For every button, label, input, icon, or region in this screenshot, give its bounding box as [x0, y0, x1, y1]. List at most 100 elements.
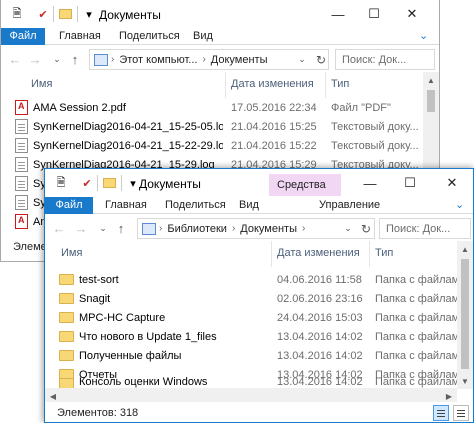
- recent-chevron-icon[interactable]: ⌄: [95, 219, 111, 237]
- tab-file[interactable]: Файл: [1, 28, 45, 45]
- close-button[interactable]: ✕: [397, 0, 427, 28]
- folder-row[interactable]: Что нового в Update 1_files 13.04.2016 1…: [45, 327, 457, 346]
- ribbon-expand-icon[interactable]: ⌄: [419, 28, 428, 45]
- folder-icon: [59, 293, 74, 304]
- folder-type: Папка с файлами: [375, 311, 457, 324]
- back-arrow-icon[interactable]: ←: [51, 219, 67, 237]
- checkmark-icon[interactable]: ✔: [35, 6, 51, 22]
- title-bar[interactable]: 🗎 ✔ ▾ Документы Средства ра... — ☐ ✕: [45, 169, 473, 213]
- search-input[interactable]: Поиск: Док...: [379, 218, 471, 239]
- refresh-icon[interactable]: ↻: [312, 49, 330, 70]
- vertical-scrollbar[interactable]: ▲ ▼: [457, 241, 473, 389]
- minimize-button[interactable]: —: [323, 0, 353, 28]
- navigation-bar: ← → ⌄ ↑ › Этот компьют... › Документы ⌄ …: [1, 46, 439, 72]
- folder-row[interactable]: Полученные файлы 13.04.2016 14:02 Папка …: [45, 346, 457, 365]
- ribbon-tabs: Файл Главная Поделиться Вид Управление ⌄: [45, 197, 473, 214]
- minimize-button[interactable]: —: [355, 169, 385, 197]
- tab-manage[interactable]: Управление: [319, 197, 380, 214]
- folder-date: 24.04.2016 15:03: [277, 311, 363, 324]
- scroll-up-icon[interactable]: ▲: [423, 72, 439, 88]
- folder-date: 13.04.2016 14:02: [277, 330, 363, 343]
- ribbon-expand-icon[interactable]: ⌄: [455, 197, 464, 214]
- address-dropdown-icon[interactable]: ⌄: [339, 218, 357, 239]
- column-name[interactable]: Имя: [31, 78, 52, 90]
- front-explorer-window[interactable]: 🗎 ✔ ▾ Документы Средства ра... — ☐ ✕ Фай…: [44, 168, 474, 423]
- folder-row[interactable]: MPC-HC Capture 24.04.2016 15:03 Папка с …: [45, 308, 457, 327]
- forward-arrow-icon[interactable]: →: [73, 219, 89, 237]
- forward-arrow-icon[interactable]: →: [27, 50, 43, 68]
- folder-row[interactable]: test-sort 04.06.2016 11:58 Папка с файла…: [45, 270, 457, 289]
- folder-name: MPC-HC Capture: [79, 311, 166, 324]
- text-file-icon: [15, 157, 28, 172]
- ribbon-tabs: Файл Главная Поделиться Вид ⌄: [1, 28, 439, 45]
- refresh-icon[interactable]: ↻: [357, 218, 375, 239]
- folder-icon: [59, 274, 74, 285]
- column-type[interactable]: Тип: [375, 247, 393, 259]
- folder-date: 02.06.2016 23:16: [277, 292, 363, 305]
- tab-view[interactable]: Вид: [193, 28, 213, 45]
- large-icons-view-icon[interactable]: [453, 405, 469, 421]
- status-bar: Элементов: 318: [45, 402, 473, 422]
- recent-chevron-icon[interactable]: ⌄: [49, 50, 65, 68]
- up-arrow-icon[interactable]: ↑: [67, 50, 83, 68]
- tab-share[interactable]: Поделиться: [119, 28, 180, 45]
- window-title: Документы: [139, 177, 201, 191]
- column-date[interactable]: Дата изменения: [277, 247, 360, 259]
- context-tab-group: Средства ра...: [269, 174, 341, 213]
- folder-icon[interactable]: [101, 175, 117, 191]
- navigation-bar: ← → ⌄ ↑ › Библиотеки › Документы › ⌄ ↻ П…: [45, 215, 473, 241]
- address-dropdown-icon[interactable]: ⌄: [293, 49, 311, 70]
- tab-share[interactable]: Поделиться: [165, 197, 226, 214]
- properties-icon[interactable]: 🗎: [53, 175, 69, 191]
- column-header: Имя Дата изменения Тип: [45, 241, 473, 267]
- search-input[interactable]: Поиск: Док...: [335, 49, 435, 70]
- maximize-button[interactable]: ☐: [395, 169, 425, 197]
- column-date[interactable]: Дата изменения: [231, 78, 314, 90]
- breadcrumb-documents[interactable]: Документы: [209, 54, 270, 66]
- library-icon: [142, 222, 156, 235]
- file-row[interactable]: SynKernelDiag2016-04-21_15-25-05.log 21.…: [1, 117, 423, 136]
- breadcrumb-documents[interactable]: Документы: [238, 223, 299, 235]
- folder-type: Папка с файлами: [375, 273, 457, 286]
- file-row[interactable]: AMA Session 2.pdf 17.05.2016 22:34 Файл …: [1, 98, 423, 117]
- folder-row[interactable]: Snagit 02.06.2016 23:16 Папка с файлами: [45, 289, 457, 308]
- folder-type: Папка с файлами: [375, 330, 457, 343]
- up-arrow-icon[interactable]: ↑: [113, 219, 129, 237]
- close-button[interactable]: ✕: [437, 169, 467, 197]
- details-view-icon[interactable]: [433, 405, 449, 421]
- text-file-icon: [15, 176, 28, 191]
- tab-file[interactable]: Файл: [45, 197, 93, 214]
- breadcrumb-libraries[interactable]: Библиотеки: [165, 223, 229, 235]
- file-row[interactable]: SynKernelDiag2016-04-21_15-22-29.log 21.…: [1, 136, 423, 155]
- tab-home[interactable]: Главная: [105, 197, 147, 214]
- folder-icon: [59, 350, 74, 361]
- tab-home[interactable]: Главная: [59, 28, 101, 45]
- pdf-file-icon: [15, 214, 28, 229]
- dropdown-icon[interactable]: ▾: [81, 6, 97, 22]
- pdf-file-icon: [15, 100, 28, 115]
- back-arrow-icon[interactable]: ←: [7, 50, 23, 68]
- column-type[interactable]: Тип: [331, 78, 349, 90]
- column-name[interactable]: Имя: [61, 247, 82, 259]
- folder-icon[interactable]: [57, 6, 73, 22]
- folder-icon: [59, 331, 74, 342]
- scroll-up-icon[interactable]: ▲: [457, 241, 473, 257]
- file-date: 21.04.2016 15:25: [231, 120, 317, 133]
- file-date: 17.05.2016 22:34: [231, 101, 317, 114]
- properties-icon[interactable]: 🗎: [9, 6, 25, 22]
- file-name: SynKernelDiag2016-04-21_15-25-05.log: [33, 120, 223, 133]
- column-header: Имя Дата изменения Тип: [1, 72, 439, 98]
- scroll-down-icon[interactable]: ▼: [457, 373, 473, 389]
- title-bar[interactable]: 🗎 ✔ ▾ Документы — ☐ ✕: [1, 0, 439, 28]
- item-count: Элементов: 318: [57, 407, 139, 419]
- checkmark-icon[interactable]: ✔: [79, 175, 95, 191]
- scroll-thumb[interactable]: [461, 259, 469, 369]
- breadcrumb-this-pc[interactable]: Этот компьют...: [117, 54, 199, 66]
- folder-name: Полученные файлы: [79, 349, 182, 362]
- window-title: Документы: [99, 8, 161, 22]
- folder-name: Snagit: [79, 292, 111, 305]
- maximize-button[interactable]: ☐: [359, 0, 389, 28]
- tab-view[interactable]: Вид: [239, 197, 259, 214]
- scroll-thumb[interactable]: [427, 90, 435, 112]
- file-name: SynKernelDiag2016-04-21_15-22-29.log: [33, 139, 223, 152]
